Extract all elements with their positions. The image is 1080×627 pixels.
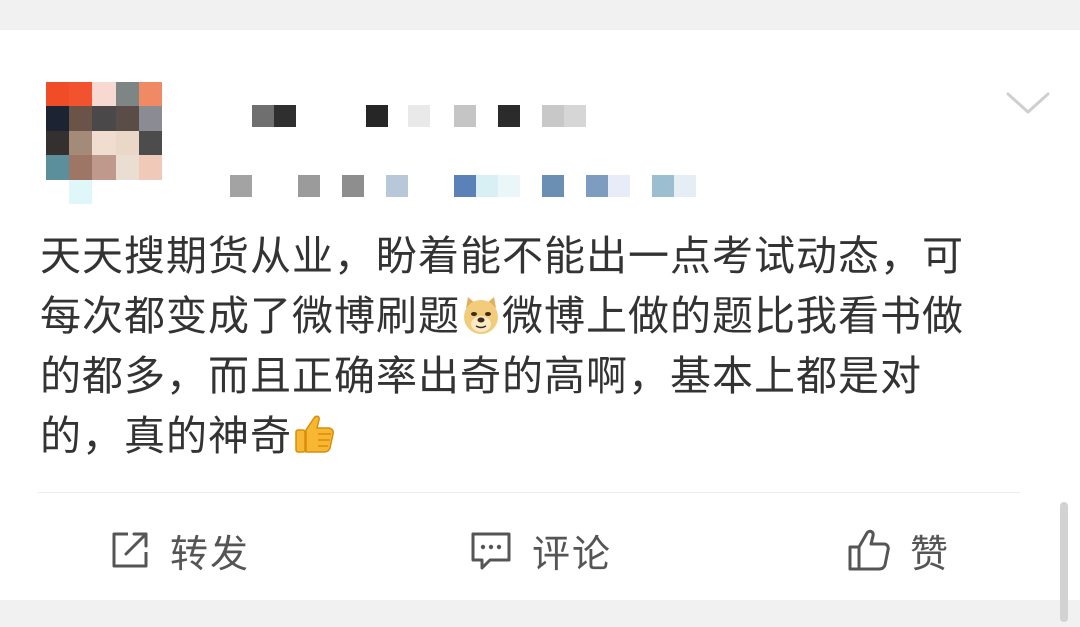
weibo-post-card: 天天搜期货从业，盼着能不能出一点考试动态，可 每次都变成了微博刷题 微博上做的题…: [0, 30, 1080, 622]
like-button[interactable]: 赞: [846, 520, 950, 580]
thumbs-up-emoji-icon: [292, 412, 334, 454]
post-text-line: 的，真的神奇: [40, 412, 292, 460]
doge-emoji-icon: [460, 292, 502, 334]
post-meta-redacted: [230, 175, 696, 197]
post-text-line: 微博上做的题比我看书做: [502, 292, 964, 340]
share-icon: [108, 528, 152, 572]
scrollbar[interactable]: [1060, 502, 1068, 622]
comment-button[interactable]: 评论: [468, 520, 612, 580]
avatar[interactable]: [46, 82, 162, 204]
username-redacted[interactable]: [252, 105, 586, 127]
like-label: 赞: [910, 531, 951, 576]
post-text-line: 的都多，而且正确率出奇的高啊，基本上都是对: [40, 352, 922, 400]
post-text-line: 每次都变成了微博刷题: [40, 292, 460, 340]
repost-button[interactable]: 转发: [108, 520, 250, 580]
thumbs-up-icon: [846, 527, 892, 573]
post-text: 天天搜期货从业，盼着能不能出一点考试动态，可 每次都变成了微博刷题 微博上做的题…: [40, 226, 1040, 466]
divider: [38, 492, 1020, 493]
chevron-down-icon[interactable]: [1004, 90, 1052, 118]
post-text-line: 天天搜期货从业，盼着能不能出一点考试动态，可: [40, 232, 964, 280]
comment-icon: [468, 528, 514, 572]
action-bar: 转发 评论 赞: [0, 520, 1050, 580]
comment-label: 评论: [532, 531, 613, 576]
repost-label: 转发: [170, 531, 251, 576]
